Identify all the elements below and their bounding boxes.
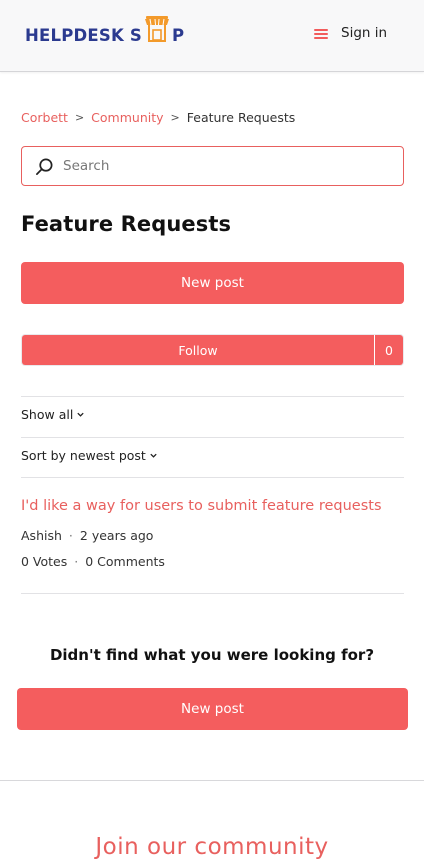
follow-button[interactable]: Follow: [22, 335, 374, 365]
divider: [21, 396, 404, 397]
site-header: HELPDESK S P Sign in: [0, 0, 424, 72]
post-time: 2 years ago: [79, 528, 154, 543]
search-bar[interactable]: [21, 146, 404, 186]
follow-control: Follow 0: [21, 334, 404, 366]
logo-text-right: P: [171, 25, 185, 45]
hamburger-menu-icon[interactable]: [314, 27, 328, 41]
breadcrumb: Corbett > Community > Feature Requests: [21, 110, 295, 125]
show-filter-dropdown[interactable]: Show all: [21, 407, 85, 422]
divider: [21, 477, 404, 478]
search-input[interactable]: [63, 158, 383, 174]
search-icon: [36, 158, 53, 175]
breadcrumb-item-current: Feature Requests: [186, 110, 296, 125]
new-post-button[interactable]: New post: [21, 262, 404, 304]
post-title-link[interactable]: I'd like a way for users to submit featu…: [21, 498, 382, 514]
show-filter-label: Show all: [21, 407, 74, 422]
page-title: Feature Requests: [21, 212, 232, 236]
logo-wordmark: HELPDESK S P: [25, 14, 184, 50]
post-comments: 0 Comments: [85, 554, 165, 569]
new-post-button-bottom[interactable]: New post: [17, 688, 408, 730]
chevron-down-icon: [77, 412, 84, 417]
follower-count: 0: [374, 335, 403, 365]
chevron-down-icon: [150, 453, 157, 458]
not-found-prompt: Didn't find what you were looking for?: [49, 646, 375, 664]
breadcrumb-separator: >: [170, 111, 180, 124]
meta-separator: ·: [68, 528, 73, 543]
post-author-meta: Ashish · 2 years ago: [21, 528, 153, 543]
helpdesk-shop-logo[interactable]: HELPDESK S P: [25, 16, 184, 50]
footer-divider: [0, 780, 424, 781]
sort-dropdown[interactable]: Sort by newest post: [21, 448, 158, 463]
sort-label: Sort by newest post: [21, 448, 146, 463]
breadcrumb-separator: >: [74, 111, 85, 124]
post-stats: 0 Votes · 0 Comments: [21, 554, 165, 569]
divider: [21, 593, 404, 594]
breadcrumb-item-corbett[interactable]: Corbett: [21, 110, 68, 125]
breadcrumb-item-community[interactable]: Community: [91, 110, 163, 125]
sign-in-link[interactable]: Sign in: [341, 25, 387, 41]
join-community-heading: Join our community: [95, 834, 329, 860]
divider: [21, 437, 404, 438]
post-votes: 0 Votes: [21, 554, 68, 569]
meta-separator: ·: [74, 554, 79, 569]
logo-text-left: HELPDESK S: [25, 25, 142, 45]
storefront-icon: [144, 16, 169, 42]
post-author[interactable]: Ashish: [21, 528, 62, 543]
